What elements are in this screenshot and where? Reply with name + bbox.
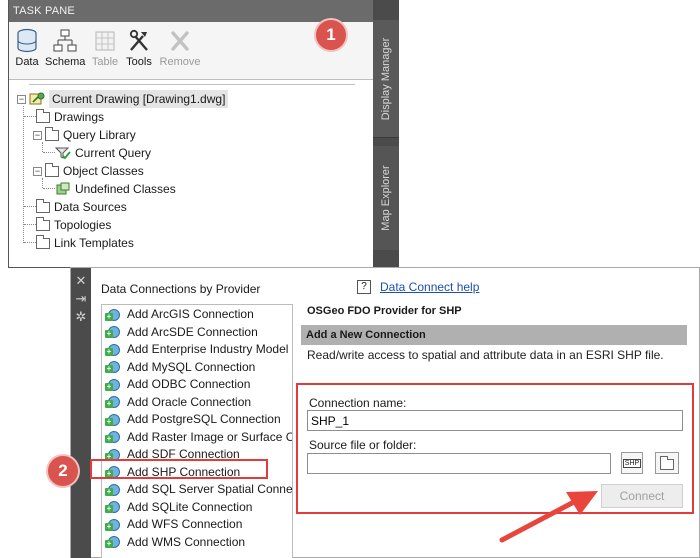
- pointer-arrow: [499, 491, 598, 543]
